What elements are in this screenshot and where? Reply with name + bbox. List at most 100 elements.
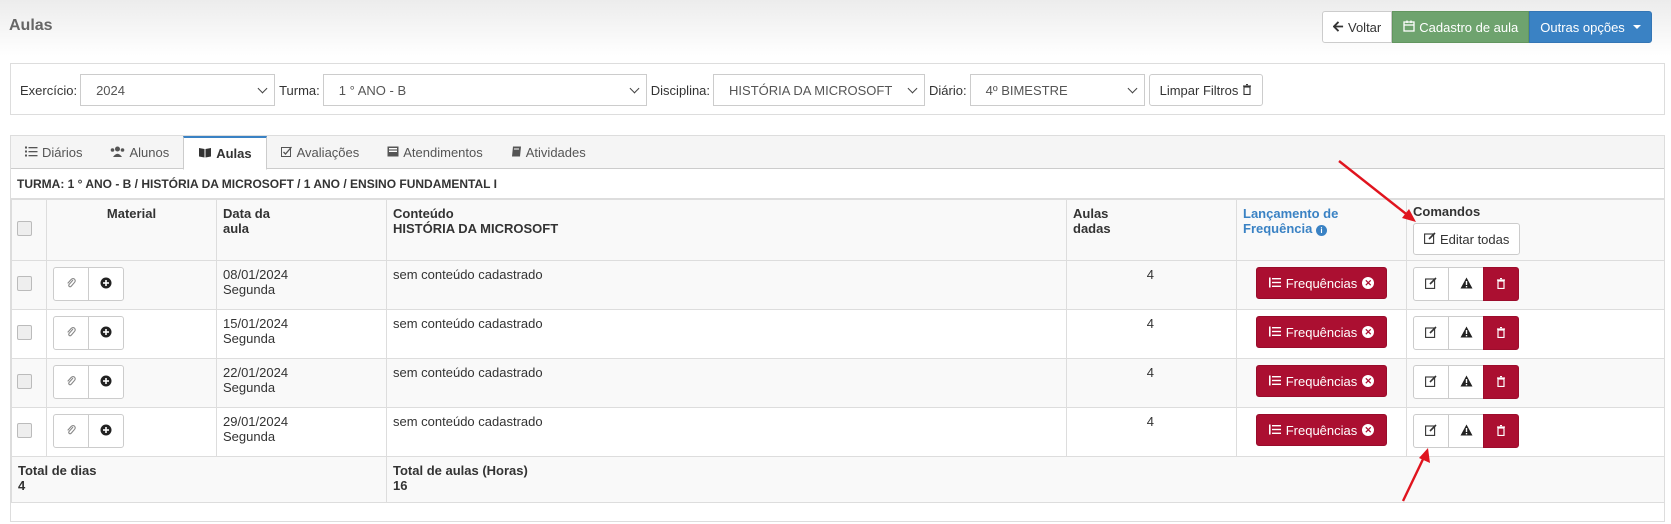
header-conteudo-line1: Conteúdo bbox=[393, 206, 454, 221]
material-button-group bbox=[53, 267, 124, 301]
header-data-line2: aula bbox=[223, 221, 250, 236]
tab-diarios[interactable]: Diários bbox=[11, 136, 96, 168]
lesson-date: 15/01/2024 bbox=[223, 316, 289, 331]
frequencias-label: Frequências bbox=[1285, 422, 1358, 438]
header-data-line1: Data da bbox=[223, 206, 270, 221]
frequencias-label: Frequências bbox=[1285, 275, 1358, 291]
exercicio-select[interactable]: 2024 bbox=[80, 74, 276, 106]
tab-aulas[interactable]: Aulas bbox=[183, 136, 267, 170]
limpar-label: Limpar Filtros bbox=[1159, 82, 1239, 98]
select-all-cell bbox=[11, 199, 47, 261]
top-actions: Voltar Cadastro de aula Outras opções bbox=[1322, 11, 1652, 43]
header-aulas-line2: dadas bbox=[1073, 221, 1111, 236]
turma-value: 1 ° ANO - B bbox=[338, 82, 407, 98]
total-aulas-label: Total de aulas (Horas) bbox=[393, 463, 528, 478]
page-title: Aulas bbox=[9, 17, 53, 34]
select-all-checkbox[interactable] bbox=[17, 221, 32, 236]
diario-label: Diário: bbox=[929, 82, 967, 98]
caret-down-icon bbox=[1632, 25, 1641, 29]
tab-label: Avaliações bbox=[296, 144, 360, 160]
disciplina-value: HISTÓRIA DA MICROSOFT bbox=[729, 82, 893, 98]
row-checkbox[interactable] bbox=[17, 276, 32, 291]
aulas-dadas-cell: 4 bbox=[1066, 309, 1237, 359]
tab-alunos[interactable]: Alunos bbox=[96, 136, 183, 168]
total-dias-label: Total de dias bbox=[18, 463, 97, 478]
edit-button[interactable] bbox=[1413, 316, 1449, 350]
warning-button[interactable] bbox=[1448, 365, 1484, 399]
exercicio-label: Exercício: bbox=[20, 82, 78, 98]
material-cell bbox=[46, 260, 217, 310]
diario-select[interactable]: 4º BIMESTRE bbox=[969, 74, 1145, 106]
warning-button[interactable] bbox=[1448, 414, 1484, 448]
chevron-down-icon bbox=[1127, 83, 1138, 93]
lesson-weekday: Segunda bbox=[223, 429, 276, 444]
limpar-filtros-button[interactable]: Limpar Filtros bbox=[1148, 74, 1264, 106]
disciplina-label: Disciplina: bbox=[650, 82, 711, 98]
tab-label: Atividades bbox=[525, 144, 586, 160]
comandos-cell bbox=[1406, 358, 1665, 408]
calendar-icon bbox=[1403, 20, 1415, 35]
comandos-cell bbox=[1406, 260, 1665, 310]
list-ol-icon bbox=[1268, 276, 1281, 291]
edit-button[interactable] bbox=[1413, 414, 1449, 448]
row-select-cell bbox=[11, 309, 47, 359]
frequencia-cell: Frequências ✕ bbox=[1236, 358, 1407, 408]
delete-button[interactable] bbox=[1483, 316, 1519, 350]
frequencias-button[interactable]: Frequências ✕ bbox=[1255, 365, 1388, 397]
add-material-button[interactable] bbox=[88, 267, 124, 301]
trash-icon bbox=[1496, 375, 1506, 390]
total-aulas-cell: Total de aulas (Horas) 16 bbox=[386, 456, 1665, 503]
frequencias-button[interactable]: Frequências ✕ bbox=[1255, 316, 1388, 348]
tab-avaliacoes[interactable]: Avaliações bbox=[267, 136, 374, 168]
chevron-down-icon bbox=[629, 83, 640, 93]
paperclip-icon bbox=[66, 326, 76, 341]
delete-button[interactable] bbox=[1483, 365, 1519, 399]
warning-button[interactable] bbox=[1448, 316, 1484, 350]
edit-button[interactable] bbox=[1413, 365, 1449, 399]
row-checkbox[interactable] bbox=[17, 325, 32, 340]
row-checkbox[interactable] bbox=[17, 423, 32, 438]
trash-icon bbox=[1496, 326, 1506, 341]
warning-button[interactable] bbox=[1448, 267, 1484, 301]
cadastro-aula-button[interactable]: Cadastro de aula bbox=[1392, 11, 1530, 43]
attach-button[interactable] bbox=[53, 316, 89, 350]
voltar-button[interactable]: Voltar bbox=[1322, 11, 1393, 43]
disciplina-select[interactable]: HISTÓRIA DA MICROSOFT bbox=[713, 74, 926, 106]
info-icon[interactable]: i bbox=[1315, 225, 1327, 236]
turma-select[interactable]: 1 ° ANO - B bbox=[322, 74, 647, 106]
lesson-weekday: Segunda bbox=[223, 380, 276, 395]
lesson-date: 08/01/2024 bbox=[223, 267, 289, 282]
edit-icon bbox=[1425, 374, 1437, 390]
add-material-button[interactable] bbox=[88, 414, 124, 448]
row-select-cell bbox=[11, 358, 47, 408]
editar-todas-label: Editar todas bbox=[1440, 231, 1510, 247]
total-aulas-value: 16 bbox=[393, 478, 408, 493]
add-material-button[interactable] bbox=[88, 316, 124, 350]
command-button-group bbox=[1413, 267, 1519, 301]
frequencias-button[interactable]: Frequências ✕ bbox=[1255, 267, 1388, 299]
date-cell: 08/01/2024 Segunda bbox=[216, 260, 387, 310]
header-comandos-label: Comandos bbox=[1413, 204, 1481, 219]
header-data: Data da aula bbox=[216, 199, 387, 261]
lesson-date: 29/01/2024 bbox=[223, 414, 289, 429]
filter-box: Exercício: 2024 Turma: 1 ° ANO - B Disci… bbox=[10, 63, 1665, 115]
material-button-group bbox=[53, 414, 124, 448]
attach-button[interactable] bbox=[53, 267, 89, 301]
tab-atividades[interactable]: Atividades bbox=[497, 136, 600, 168]
add-material-button[interactable] bbox=[88, 365, 124, 399]
attach-button[interactable] bbox=[53, 414, 89, 448]
warning-icon bbox=[1460, 424, 1473, 439]
edit-button[interactable] bbox=[1413, 267, 1449, 301]
delete-button[interactable] bbox=[1483, 267, 1519, 301]
attach-button[interactable] bbox=[53, 365, 89, 399]
frequencias-button[interactable]: Frequências ✕ bbox=[1255, 414, 1388, 446]
edit-icon bbox=[1424, 231, 1436, 247]
row-checkbox[interactable] bbox=[17, 374, 32, 389]
table-row: 08/01/2024 Segunda sem conteúdo cadastrad… bbox=[11, 260, 1665, 310]
delete-button[interactable] bbox=[1483, 414, 1519, 448]
tab-atendimentos[interactable]: Atendimentos bbox=[373, 136, 497, 168]
outras-opcoes-button[interactable]: Outras opções bbox=[1529, 11, 1652, 43]
content-cell: sem conteúdo cadastrado bbox=[386, 407, 1067, 457]
editar-todas-button[interactable]: Editar todas bbox=[1413, 223, 1521, 255]
plus-circle-icon bbox=[100, 424, 112, 439]
